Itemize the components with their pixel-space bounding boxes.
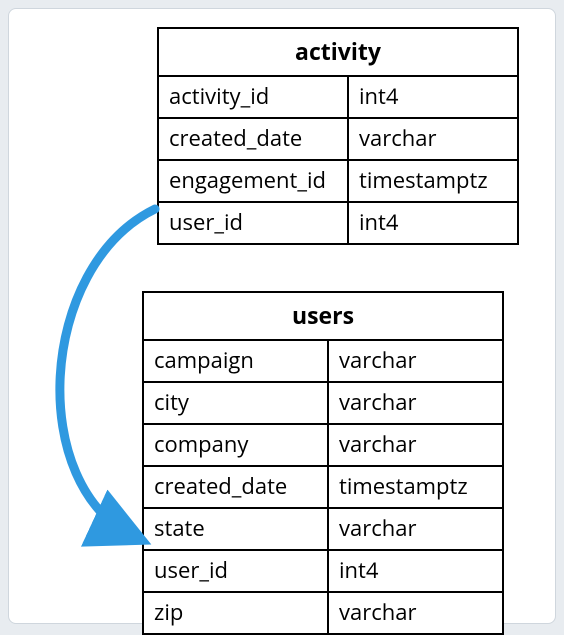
table-row: city varchar: [143, 382, 503, 424]
column-name: zip: [143, 592, 328, 634]
column-type: varchar: [328, 592, 503, 634]
column-type: int4: [328, 550, 503, 592]
table-row: engagement_id timestamptz: [158, 160, 518, 202]
table-row: company varchar: [143, 424, 503, 466]
column-name: state: [143, 508, 328, 550]
column-name: city: [143, 382, 328, 424]
column-type: timestamptz: [348, 160, 518, 202]
column-type: int4: [348, 202, 518, 244]
schema-table-activity: activity activity_id int4 created_date v…: [157, 27, 519, 245]
table-row: created_date timestamptz: [143, 466, 503, 508]
diagram-card: activity activity_id int4 created_date v…: [8, 8, 556, 624]
table-row: user_id int4: [158, 202, 518, 244]
column-name: user_id: [143, 550, 328, 592]
table-row: activity_id int4: [158, 76, 518, 118]
column-type: varchar: [348, 118, 518, 160]
table-row: campaign varchar: [143, 340, 503, 382]
tables-container: activity activity_id int4 created_date v…: [27, 27, 537, 605]
column-name: created_date: [143, 466, 328, 508]
column-name: created_date: [158, 118, 348, 160]
column-type: varchar: [328, 424, 503, 466]
column-type: varchar: [328, 508, 503, 550]
column-type: varchar: [328, 340, 503, 382]
table-title-users: users: [143, 292, 503, 340]
schema-table-users: users campaign varchar city varchar comp…: [142, 291, 504, 635]
table-row: created_date varchar: [158, 118, 518, 160]
column-name: campaign: [143, 340, 328, 382]
table-row: zip varchar: [143, 592, 503, 634]
column-type: varchar: [328, 382, 503, 424]
column-name: user_id: [158, 202, 348, 244]
table-row: state varchar: [143, 508, 503, 550]
column-name: activity_id: [158, 76, 348, 118]
column-type: int4: [348, 76, 518, 118]
column-name: company: [143, 424, 328, 466]
column-type: timestamptz: [328, 466, 503, 508]
column-name: engagement_id: [158, 160, 348, 202]
table-row: user_id int4: [143, 550, 503, 592]
table-title-activity: activity: [158, 28, 518, 76]
